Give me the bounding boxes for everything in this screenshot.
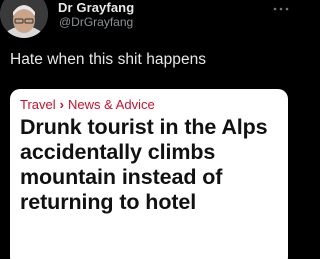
article-headline[interactable]: Drunk tourist in the Alps accidentally c… — [20, 115, 284, 215]
breadcrumb: Travel › News & Advice — [20, 97, 155, 112]
avatar[interactable] — [0, 0, 48, 38]
tweet: Dr Grayfang @DrGrayfang Hate when this s… — [0, 0, 300, 259]
more-icon[interactable] — [272, 4, 290, 14]
breadcrumb-news-advice[interactable]: News & Advice — [68, 97, 155, 112]
breadcrumb-travel[interactable]: Travel — [20, 97, 56, 112]
tweet-text: Hate when this shit happens — [10, 51, 207, 68]
link-card[interactable]: Travel › News & Advice Drunk tourist in th… — [10, 89, 288, 259]
author-handle[interactable]: @DrGrayfang — [59, 15, 133, 29]
author-display-name[interactable]: Dr Grayfang — [58, 0, 134, 15]
chevron-right-icon: › — [59, 97, 64, 112]
avatar-image — [0, 0, 48, 38]
